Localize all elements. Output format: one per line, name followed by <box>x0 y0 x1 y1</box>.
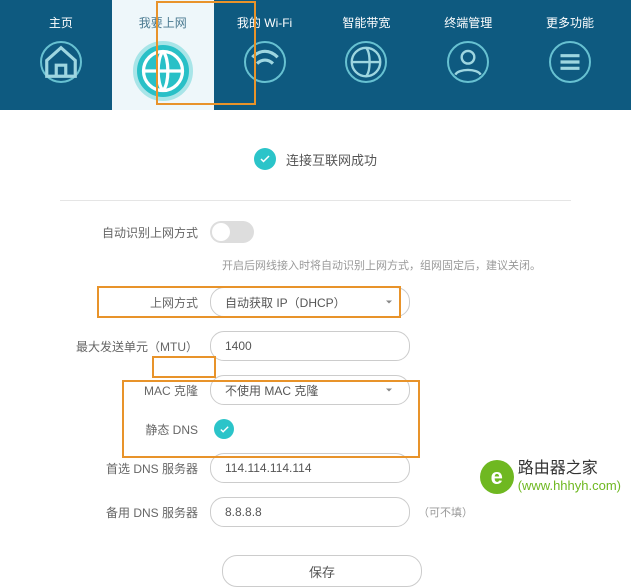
dns2-input[interactable] <box>210 497 410 527</box>
chevron-down-icon <box>383 296 395 308</box>
static-dns-label: 静态 DNS <box>60 421 210 438</box>
watermark-url: (www.hhhyh.com) <box>518 478 621 494</box>
status-row: 连接互联网成功 <box>60 148 571 170</box>
home-icon <box>40 41 82 83</box>
nav-bandwidth-label: 智能带宽 <box>342 14 390 31</box>
save-button[interactable]: 保存 <box>222 555 422 587</box>
dns1-input[interactable] <box>210 453 410 483</box>
static-dns-checkbox[interactable] <box>214 419 234 439</box>
user-icon <box>447 41 489 83</box>
nav-terminal[interactable]: 终端管理 <box>417 0 519 110</box>
check-icon <box>254 148 276 170</box>
nav-bandwidth[interactable]: 智能带宽 <box>315 0 417 110</box>
nav-internet-label: 我要上网 <box>139 14 187 31</box>
separator <box>60 200 571 201</box>
globe-icon <box>133 41 193 101</box>
nav-internet[interactable]: 我要上网 <box>112 0 214 110</box>
mac-label: MAC 克隆 <box>60 382 210 399</box>
watermark-icon: e <box>480 460 514 494</box>
method-select[interactable]: 自动获取 IP（DHCP） <box>210 287 410 317</box>
dns2-label: 备用 DNS 服务器 <box>60 504 210 521</box>
nav-terminal-label: 终端管理 <box>444 14 492 31</box>
mac-select[interactable]: 不使用 MAC 克隆 <box>210 375 410 405</box>
top-nav: 主页 我要上网 我的 Wi-Fi 智能带宽 终端管理 更多功能 <box>0 0 631 110</box>
nav-home-label: 主页 <box>49 14 73 31</box>
auto-detect-label: 自动识别上网方式 <box>60 224 210 241</box>
mtu-label: 最大发送单元（MTU） <box>60 338 210 355</box>
mtu-input[interactable] <box>210 331 410 361</box>
method-value: 自动获取 IP（DHCP） <box>225 294 346 311</box>
method-label: 上网方式 <box>60 294 210 311</box>
nav-more-label: 更多功能 <box>546 14 594 31</box>
dns1-label: 首选 DNS 服务器 <box>60 460 210 477</box>
mac-value: 不使用 MAC 克隆 <box>225 382 318 399</box>
auto-detect-hint: 开启后网线接入时将自动识别上网方式，组网固定后，建议关闭。 <box>222 257 571 273</box>
chevron-down-icon <box>383 384 395 396</box>
nav-more[interactable]: 更多功能 <box>519 0 621 110</box>
menu-icon <box>549 41 591 83</box>
auto-detect-toggle[interactable] <box>210 221 254 243</box>
nav-wifi-label: 我的 Wi-Fi <box>237 14 292 31</box>
wifi-icon <box>244 41 286 83</box>
nav-wifi[interactable]: 我的 Wi-Fi <box>214 0 316 110</box>
nav-home[interactable]: 主页 <box>10 0 112 110</box>
bandwidth-icon <box>345 41 387 83</box>
dns2-optional: （可不填） <box>418 504 473 520</box>
watermark-title: 路由器之家 <box>518 459 621 478</box>
watermark: e 路由器之家 (www.hhhyh.com) <box>480 459 621 494</box>
status-text: 连接互联网成功 <box>286 150 377 169</box>
main-panel: 连接互联网成功 自动识别上网方式 开启后网线接入时将自动识别上网方式，组网固定后… <box>0 110 631 587</box>
